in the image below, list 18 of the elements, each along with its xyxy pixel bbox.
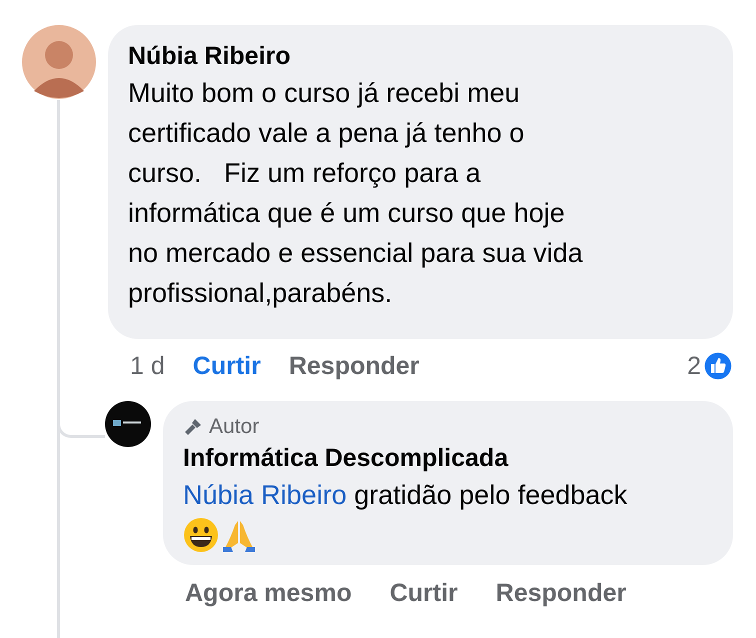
like-link[interactable]: Curtir: [192, 352, 261, 380]
mention-link[interactable]: Núbia Ribeiro: [183, 480, 347, 510]
logo-avatar[interactable]: [105, 401, 151, 447]
comment-text: Muito bom o curso já recebi meu certificado vale a pena já tenho o curso. Fiz um reforço para a informática que é um curso que hoje no mercado e essencial para sua vida profissional,parabéns.: [128, 77, 584, 310]
avatar[interactable]: [22, 25, 96, 99]
thumbs-up-icon[interactable]: [703, 351, 733, 381]
reaction-count[interactable]: 2: [687, 352, 701, 380]
author-name[interactable]: Núbia Ribeiro: [128, 39, 713, 73]
reply-link[interactable]: Responder: [496, 579, 626, 608]
reply-link[interactable]: Responder: [288, 352, 420, 380]
reply-text: Núbia Ribeiro gratidão pelo feedback: [183, 479, 628, 512]
grinning-emoji-icon: [183, 517, 219, 553]
author-label: Autor: [209, 415, 260, 439]
timestamp[interactable]: 1 d: [130, 352, 165, 380]
author-name[interactable]: Informática Descomplicada: [183, 441, 713, 475]
timestamp[interactable]: Agora mesmo: [185, 579, 352, 608]
like-link[interactable]: Curtir: [390, 579, 458, 608]
microphone-icon: [183, 417, 203, 437]
